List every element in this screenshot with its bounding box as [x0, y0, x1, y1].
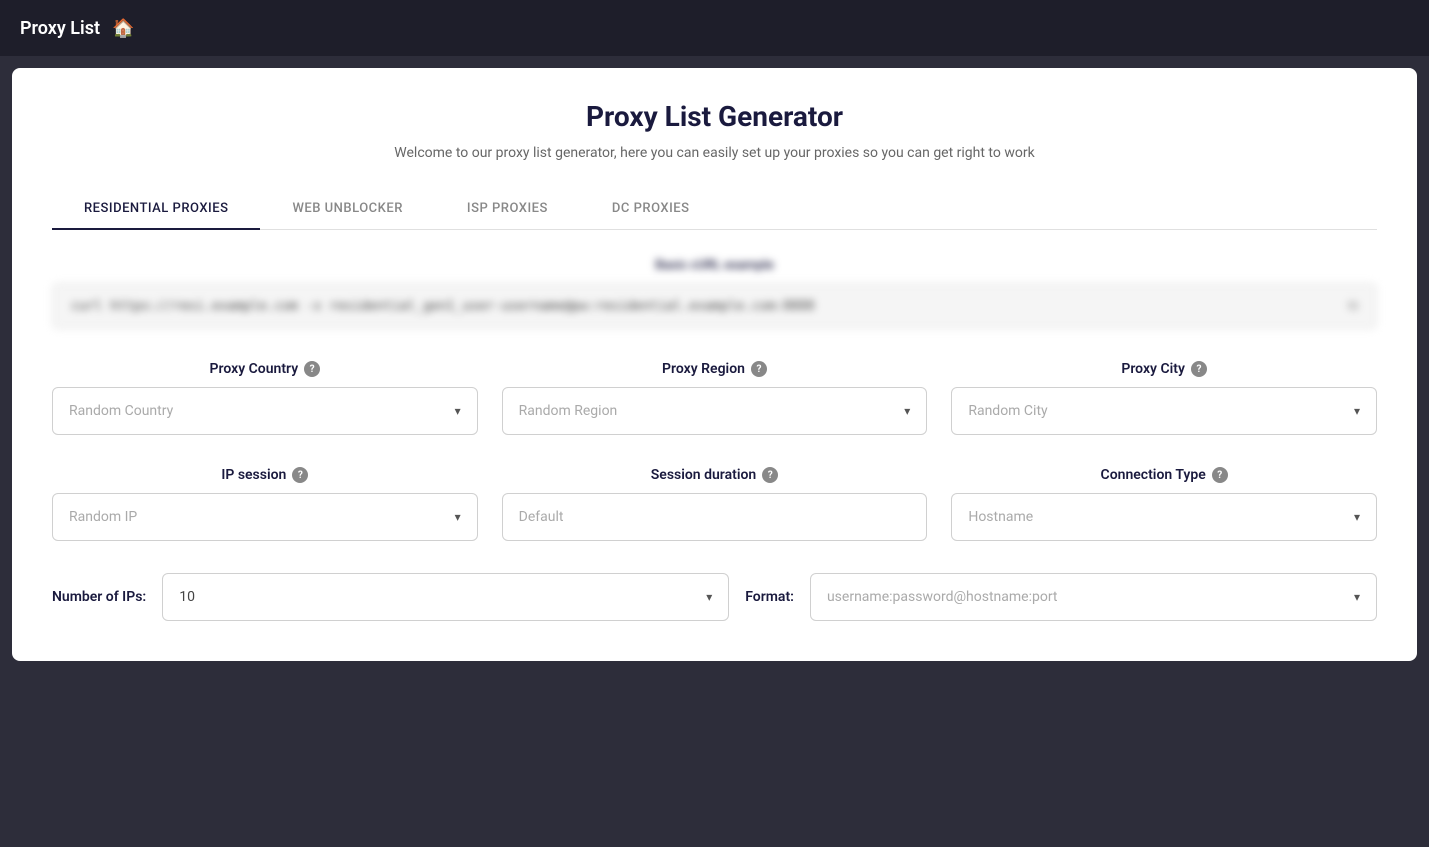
chevron-down-icon: ▾	[1354, 510, 1360, 524]
connection-type-label: Connection Type ?	[951, 467, 1377, 483]
tab-web-unblocker[interactable]: WEB UNBLOCKER	[260, 189, 434, 230]
connection-type-help-icon[interactable]: ?	[1212, 467, 1228, 483]
chevron-down-icon: ▾	[706, 590, 712, 604]
session-duration-select[interactable]: Default	[502, 493, 928, 541]
format-label: Format:	[745, 589, 794, 605]
proxy-country-value: Random Country	[69, 403, 455, 419]
number-of-ips-label: Number of IPs:	[52, 589, 146, 605]
app-title: Proxy List	[20, 18, 100, 39]
format-select[interactable]: username:password@hostname:port ▾	[810, 573, 1377, 621]
page-subtitle: Welcome to our proxy list generator, her…	[52, 145, 1377, 161]
proxy-country-group: Proxy Country ? Random Country ▾	[52, 361, 478, 435]
proxy-city-help-icon[interactable]: ?	[1191, 361, 1207, 377]
proxy-city-group: Proxy City ? Random City ▾	[951, 361, 1377, 435]
proxy-country-select[interactable]: Random Country ▾	[52, 387, 478, 435]
ip-session-select[interactable]: Random IP ▾	[52, 493, 478, 541]
tab-residential-proxies[interactable]: RESIDENTIAL PROXIES	[52, 189, 260, 230]
ip-session-help-icon[interactable]: ?	[292, 467, 308, 483]
proxy-region-group: Proxy Region ? Random Region ▾	[502, 361, 928, 435]
navbar: Proxy List 🏠	[0, 0, 1429, 56]
proxy-city-label: Proxy City ?	[951, 361, 1377, 377]
url-box: curl https://resi.example.com -x residen…	[52, 283, 1377, 329]
proxy-country-help-icon[interactable]: ?	[304, 361, 320, 377]
session-duration-group: Session duration ? Default	[502, 467, 928, 541]
bottom-row: Number of IPs: 10 ▾ Format: username:pas…	[52, 573, 1377, 621]
proxy-region-value: Random Region	[519, 403, 905, 419]
copy-icon[interactable]: ⧉	[1348, 298, 1358, 314]
proxy-region-select[interactable]: Random Region ▾	[502, 387, 928, 435]
chevron-down-icon: ▾	[455, 404, 461, 418]
main-card: Proxy List Generator Welcome to our prox…	[12, 68, 1417, 661]
page-title: Proxy List Generator	[52, 100, 1377, 133]
url-label: Basic cURL example	[52, 258, 1377, 273]
proxy-city-select[interactable]: Random City ▾	[951, 387, 1377, 435]
url-text: curl https://resi.example.com -x residen…	[71, 299, 1340, 314]
tab-isp-proxies[interactable]: ISP PROXIES	[435, 189, 580, 230]
proxy-region-label: Proxy Region ?	[502, 361, 928, 377]
connection-type-select[interactable]: Hostname ▾	[951, 493, 1377, 541]
home-icon[interactable]: 🏠	[112, 18, 134, 39]
number-of-ips-select[interactable]: 10 ▾	[162, 573, 729, 621]
session-duration-help-icon[interactable]: ?	[762, 467, 778, 483]
chevron-down-icon: ▾	[1354, 590, 1360, 604]
ip-session-group: IP session ? Random IP ▾	[52, 467, 478, 541]
number-of-ips-value: 10	[179, 589, 706, 605]
format-value: username:password@hostname:port	[827, 589, 1354, 605]
chevron-down-icon: ▾	[455, 510, 461, 524]
session-row: IP session ? Random IP ▾ Session duratio…	[52, 467, 1377, 541]
session-duration-value: Default	[519, 509, 911, 525]
ip-session-value: Random IP	[69, 509, 455, 525]
session-duration-label: Session duration ?	[502, 467, 928, 483]
proxy-country-label: Proxy Country ?	[52, 361, 478, 377]
tabs-container: RESIDENTIAL PROXIES WEB UNBLOCKER ISP PR…	[52, 189, 1377, 230]
proxy-city-value: Random City	[968, 403, 1354, 419]
tab-dc-proxies[interactable]: DC PROXIES	[580, 189, 722, 230]
connection-type-value: Hostname	[968, 509, 1354, 525]
location-row: Proxy Country ? Random Country ▾ Proxy R…	[52, 361, 1377, 435]
connection-type-group: Connection Type ? Hostname ▾	[951, 467, 1377, 541]
ip-session-label: IP session ?	[52, 467, 478, 483]
chevron-down-icon: ▾	[904, 404, 910, 418]
chevron-down-icon: ▾	[1354, 404, 1360, 418]
proxy-region-help-icon[interactable]: ?	[751, 361, 767, 377]
